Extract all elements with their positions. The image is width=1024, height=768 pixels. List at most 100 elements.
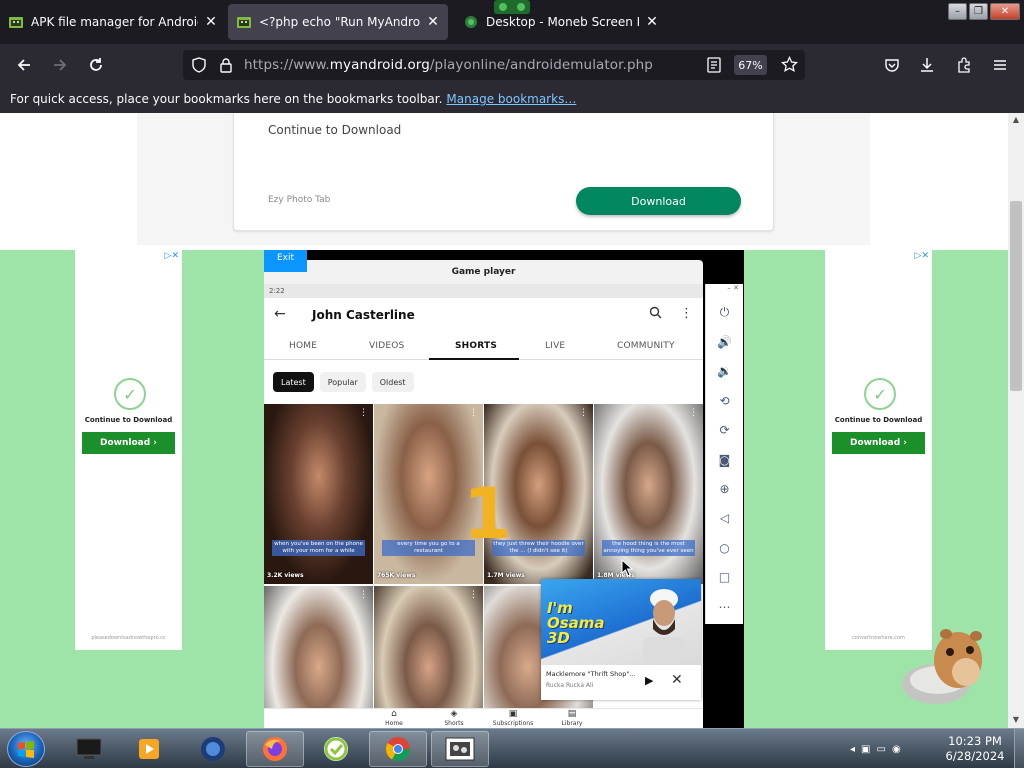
nav-shorts[interactable]: ◈ Shorts [424, 709, 484, 727]
forward-button[interactable] [47, 53, 73, 77]
right-side-ad[interactable]: ▷✕ ✓ Continue to Download Download › con… [825, 250, 932, 650]
taskbar-app-green[interactable] [307, 731, 365, 767]
tab-home[interactable]: HOME [289, 341, 317, 351]
rotate-right-icon[interactable]: ⟳ [706, 416, 743, 445]
nav-library[interactable]: ▤ Library [542, 709, 602, 727]
shield-icon[interactable] [191, 57, 207, 73]
show-desktop-button[interactable] [1014, 729, 1024, 768]
overview-square-icon[interactable]: □ [706, 563, 743, 592]
android-icon [9, 17, 23, 28]
short-video-5[interactable]: ⋮ [264, 586, 373, 728]
more-options-icon[interactable]: ⋮ [680, 306, 693, 321]
tray-icon-network[interactable]: ▭ [876, 744, 885, 755]
tab-apk-file-manager[interactable]: APK file manager for Android e ✕ [0, 4, 226, 40]
back-triangle-icon[interactable]: ◁ [706, 504, 743, 533]
taskbar-app-firefox[interactable] [246, 731, 304, 767]
scroll-up-icon[interactable]: ▲ [1008, 115, 1024, 124]
tab-live[interactable]: LIVE [545, 341, 565, 351]
zoom-icon[interactable]: ⊕ [706, 474, 743, 503]
more-icon[interactable]: ⋯ [706, 592, 743, 621]
chip-oldest[interactable]: Oldest [371, 372, 414, 392]
adchoices-icon[interactable]: ▷✕ [165, 251, 179, 261]
more-options-icon[interactable]: ⋮ [469, 590, 478, 600]
taskbar-app-media-player[interactable] [120, 731, 178, 767]
recording-widget-icon [494, 0, 530, 14]
tab-videos[interactable]: VIDEOS [369, 341, 404, 351]
puzzle-icon [958, 57, 970, 73]
app-menu-button[interactable] [987, 53, 1013, 77]
start-button[interactable] [7, 731, 45, 767]
short-caption: when you've been on the phone with your … [272, 540, 365, 556]
system-tray: ◂ ▣ ▭ ◉ [840, 729, 940, 768]
camera-icon[interactable]: ◙ [706, 445, 743, 474]
back-arrow-icon[interactable]: ← [274, 306, 286, 322]
ad-download-button[interactable]: Download › [832, 432, 925, 454]
home-circle-icon[interactable]: ○ [706, 533, 743, 562]
chip-latest[interactable]: Latest [273, 372, 314, 392]
manage-bookmarks-link[interactable]: Manage bookmarks… [446, 92, 576, 106]
tray-icon-device[interactable]: ▣ [861, 744, 870, 755]
hamburger-menu-icon [994, 60, 1006, 70]
short-views: 765K views [377, 572, 416, 579]
close-tab-icon[interactable]: ✕ [645, 14, 659, 30]
short-video-4[interactable]: ⋮ the hood thing is the most annoying th… [594, 404, 703, 584]
mouse-cursor-icon [621, 559, 633, 577]
volume-up-icon[interactable]: 🔊 [706, 327, 743, 356]
tab-title: APK file manager for Android e [31, 15, 198, 29]
page-scrollbar[interactable]: ▲ ▼ [1008, 113, 1024, 728]
more-options-icon[interactable]: ⋮ [359, 408, 368, 418]
rotate-left-icon[interactable]: ⟲ [706, 386, 743, 415]
short-video-6[interactable]: ⋮ [374, 586, 483, 728]
taskbar-app-explorer[interactable] [60, 731, 118, 767]
taskbar-app-orb[interactable] [184, 731, 242, 767]
address-bar[interactable]: https://www.myandroid.org/playonline/and… [183, 50, 805, 80]
more-options-icon[interactable]: ⋮ [689, 408, 698, 418]
close-window-button[interactable]: ✕ [990, 3, 1020, 20]
bookmark-star-icon[interactable] [781, 56, 798, 73]
nav-subscriptions[interactable]: ▣ Subscriptions [483, 709, 543, 727]
scrollbar-thumb[interactable] [1010, 201, 1022, 391]
url-text[interactable]: https://www.myandroid.org/playonline/and… [244, 57, 653, 73]
url-domain: myandroid.org [329, 57, 430, 73]
search-icon[interactable] [649, 306, 662, 319]
mini-player[interactable]: I'm Osama 3D Macklemore "Thrift Shop"...… [541, 579, 701, 700]
tab-screen-recorder[interactable]: Desktop - Moneb Screen Rec ✕ [455, 4, 667, 40]
media-player-icon [139, 739, 159, 759]
close-icon[interactable]: ✕ [671, 672, 683, 688]
reader-view-icon[interactable] [707, 57, 721, 73]
minimize-button[interactable]: – [948, 3, 967, 20]
taskbar-app-chrome[interactable] [369, 731, 427, 767]
back-button[interactable] [11, 53, 37, 77]
adchoices-icon[interactable]: ▷✕ [915, 251, 929, 261]
zoom-level-badge[interactable]: 67% [734, 55, 767, 75]
reload-button[interactable] [83, 53, 109, 77]
tab-shorts[interactable]: SHORTS [455, 341, 497, 351]
download-button[interactable]: Download [576, 187, 741, 215]
show-hidden-icons[interactable]: ◂ [850, 744, 855, 755]
play-icon[interactable]: ▶ [645, 674, 653, 687]
maximize-button[interactable]: ❐ [969, 3, 988, 20]
more-options-icon[interactable]: ⋮ [359, 590, 368, 600]
tab-myandroid[interactable]: <?php echo "Run MyAndroid"; ✕ [228, 4, 448, 40]
short-video-1[interactable]: ⋮ when you've been on the phone with you… [264, 404, 373, 584]
extensions-button[interactable] [951, 53, 977, 77]
exit-button[interactable]: Exit [264, 250, 307, 272]
ad-download-button[interactable]: Download › [82, 432, 175, 454]
scroll-down-icon[interactable]: ▼ [1008, 715, 1024, 724]
chip-popular[interactable]: Popular [319, 372, 366, 392]
close-tab-icon[interactable]: ✕ [204, 14, 218, 30]
pocket-button[interactable] [879, 53, 905, 77]
close-tab-icon[interactable]: ✕ [426, 14, 440, 30]
tray-icon-volume[interactable]: ◉ [892, 744, 901, 755]
more-options-icon[interactable]: ⋮ [469, 408, 478, 418]
nav-home[interactable]: ⌂ Home [364, 709, 424, 727]
power-icon[interactable]: ⏻ [706, 298, 743, 327]
left-side-ad[interactable]: ▷✕ ✓ Continue to Download Download › ple… [75, 250, 182, 650]
volume-down-icon[interactable]: 🔉 [706, 357, 743, 386]
system-clock[interactable]: 10:23 PM 6/28/2024 [940, 734, 1010, 764]
tab-community[interactable]: COMMUNITY [617, 341, 675, 351]
taskbar-app-video-editor[interactable] [431, 731, 489, 767]
more-options-icon[interactable]: ⋮ [579, 408, 588, 418]
downloads-button[interactable] [914, 53, 940, 77]
lock-icon[interactable] [219, 57, 233, 73]
